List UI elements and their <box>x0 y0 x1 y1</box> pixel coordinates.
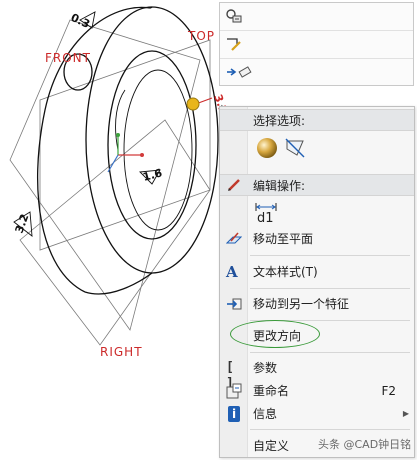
plane-orientation-icon[interactable] <box>284 137 306 159</box>
rename-icon <box>226 383 242 399</box>
move-to-plane-icon <box>226 232 242 244</box>
edit-pencil-icon <box>228 179 240 191</box>
move-to-feature-icon <box>227 298 242 310</box>
parameters-icon: [ ] <box>226 360 234 391</box>
menu-item-label: 参数 <box>253 361 278 375</box>
menu-separator <box>250 352 410 353</box>
datum-label-top: TOP <box>187 29 215 43</box>
dimension-icon-text: d1 <box>257 211 274 226</box>
menu-item-info[interactable]: i 信息 ▶ <box>220 401 414 427</box>
datum-plane-front[interactable] <box>9 19 201 331</box>
menu-item-text-style[interactable]: A 文本样式(T) <box>220 259 414 285</box>
text-style-icon: A <box>226 263 238 281</box>
menu-item-label: 自定义 <box>253 439 290 453</box>
info-icon: i <box>228 406 240 422</box>
solid-sphere-icon[interactable] <box>256 137 278 159</box>
dimension-value[interactable]: 3.2 <box>13 212 32 235</box>
menu-item-label: 移动至平面 <box>253 232 314 246</box>
watermark: 头条 @CAD钟日铭 <box>318 438 412 451</box>
section-header-edit-operations: 编辑操作: <box>220 174 414 196</box>
menu-item-label: 文本样式(T) <box>253 265 318 279</box>
section-header-select-options: 选择选项: <box>220 109 414 131</box>
mini-toolbar-row[interactable] <box>220 59 413 86</box>
submenu-arrow-icon: ▶ <box>402 409 409 418</box>
menu-item-move-to-feature[interactable]: 移动到另一个特征 <box>220 291 414 317</box>
move-erase-icon[interactable] <box>225 64 255 80</box>
datum-planes <box>9 19 211 346</box>
mini-toolbar <box>219 2 414 86</box>
menu-item-move-to-plane[interactable]: 移动至平面 <box>220 226 414 252</box>
datum-plane-right[interactable] <box>19 119 211 346</box>
context-menu: 选择选项: 编辑操作: d1 移动至平面 A 文本样式(T) 移动到另一个特征 … <box>219 106 415 458</box>
menu-separator <box>250 288 410 289</box>
menu-separator <box>250 429 410 430</box>
menu-separator <box>250 255 410 256</box>
datum-label-front: FRONT <box>45 51 91 65</box>
annotation-drag-handle[interactable] <box>186 97 200 111</box>
annotation-settings-icon[interactable] <box>225 8 243 24</box>
dimension-value[interactable]: 1.6 <box>141 166 164 184</box>
datum-label-right: RIGHT <box>100 345 143 359</box>
mini-toolbar-row[interactable] <box>220 3 413 31</box>
edit-sketch-icon[interactable] <box>225 36 243 52</box>
mini-toolbar-row[interactable] <box>220 31 413 59</box>
dimension-tool-button[interactable]: d1 <box>254 200 280 226</box>
menu-item-label: 重命名 <box>253 384 290 398</box>
menu-item-label: 信息 <box>253 407 278 421</box>
menu-item-label: 移动到另一个特征 <box>253 297 350 311</box>
highlight-ellipse <box>230 320 320 348</box>
dimension-value[interactable]: 0.3 <box>69 11 92 31</box>
